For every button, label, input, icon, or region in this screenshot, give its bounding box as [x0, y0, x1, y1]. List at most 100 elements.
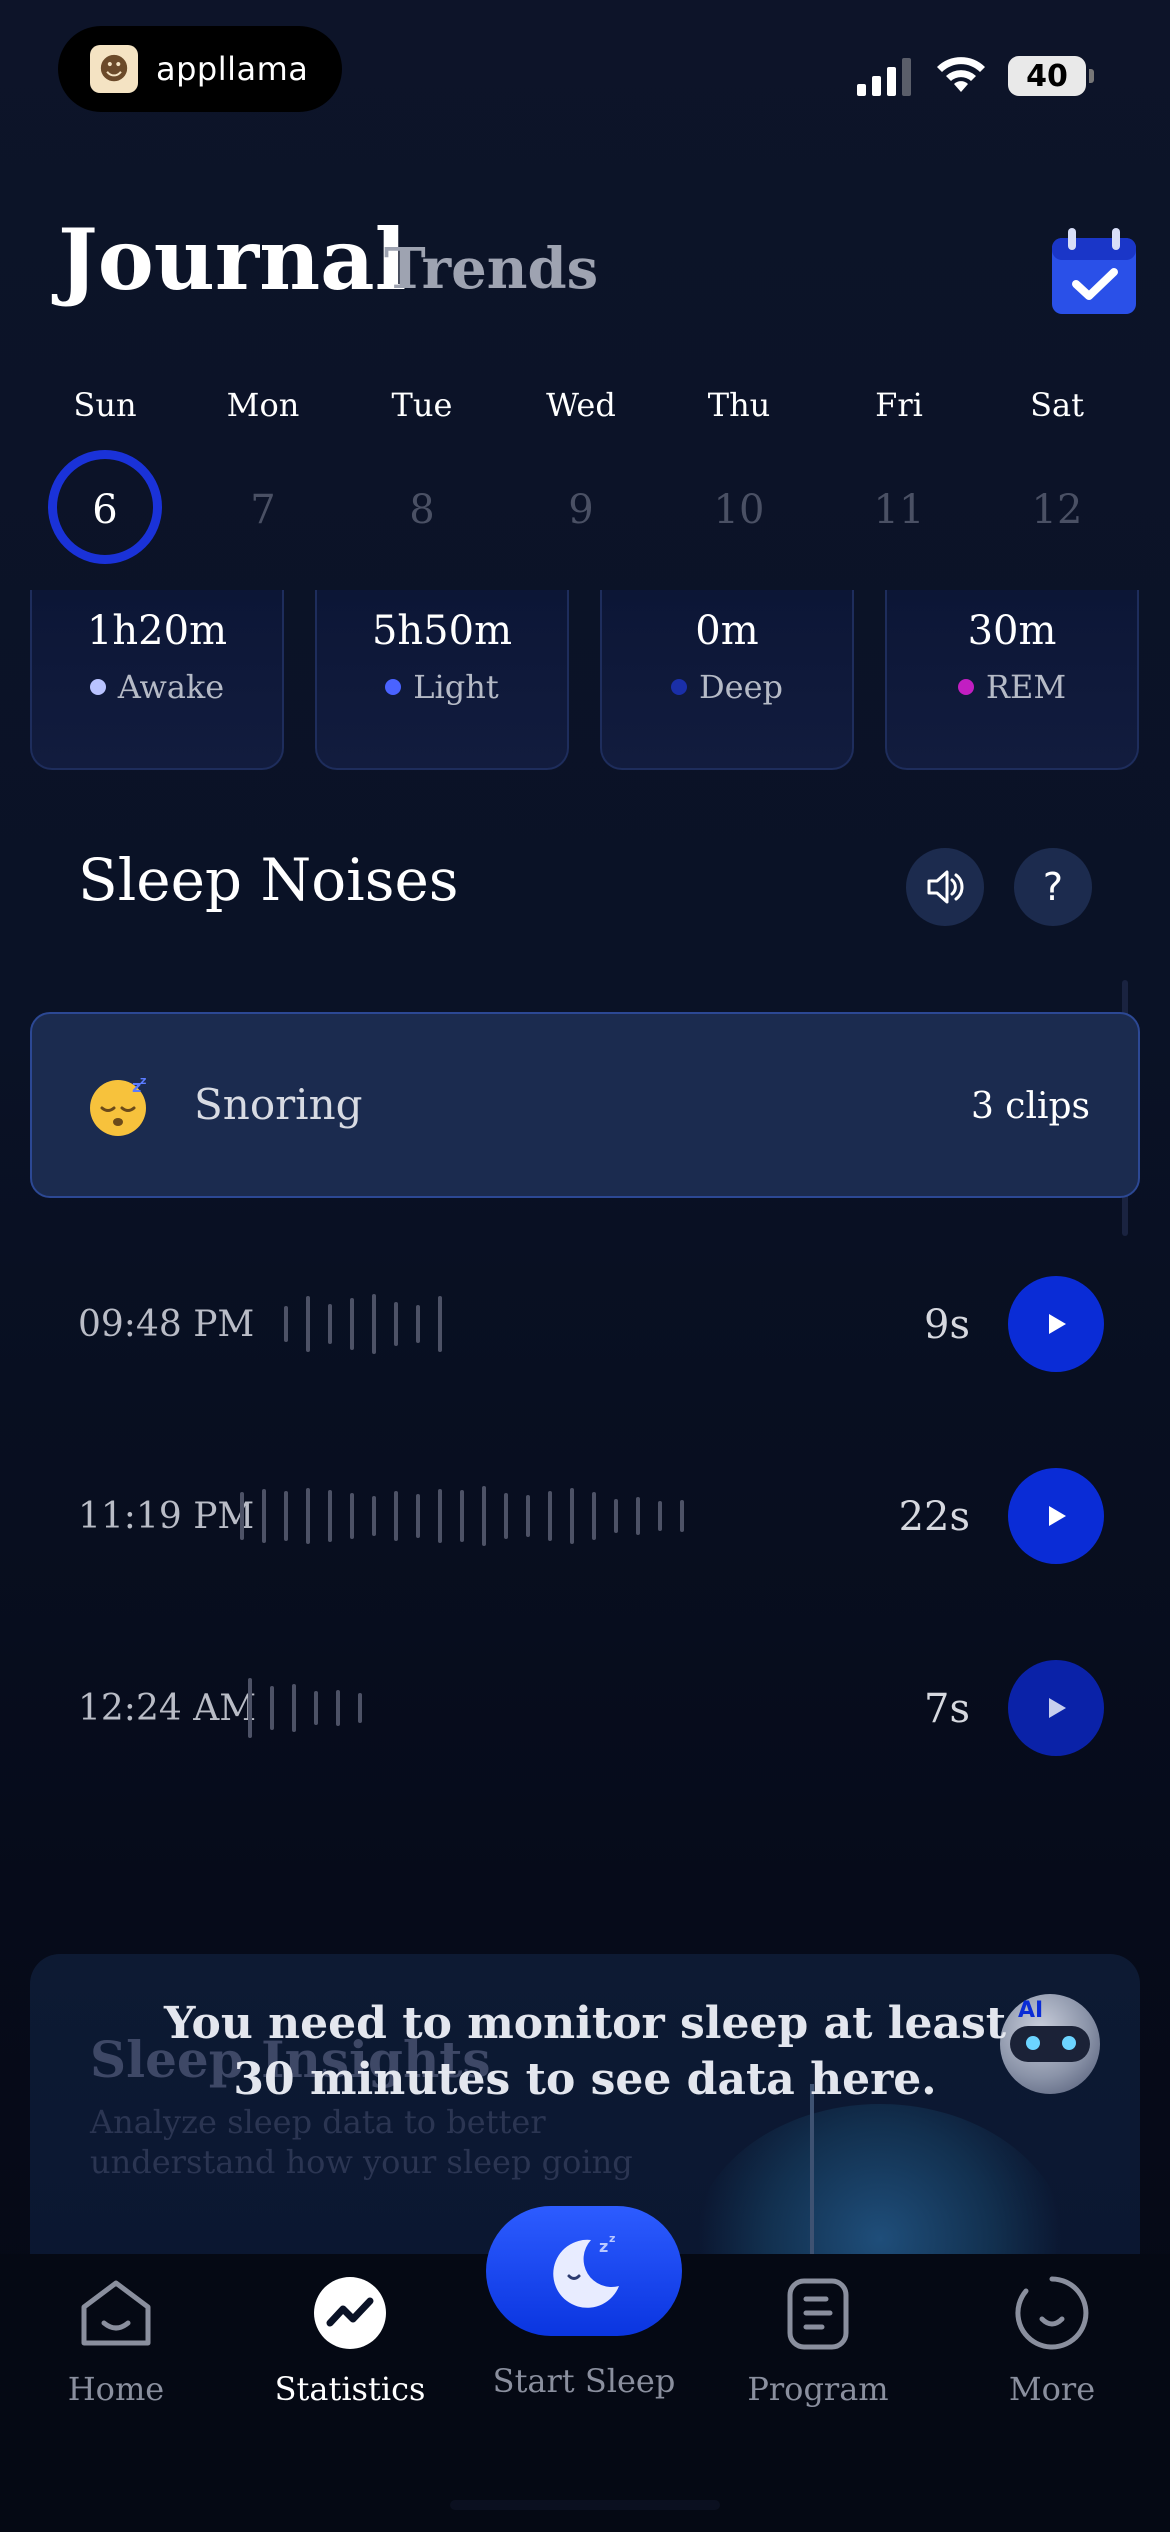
stage-card-deep: 0m Deep [600, 590, 854, 770]
clip-row: 11:19 PM 22s [0, 1460, 1170, 1570]
clip-time: 09:48 PM [78, 1304, 255, 1345]
day-name: Thu [707, 386, 771, 424]
stage-color-dot [670, 679, 687, 695]
tab-home[interactable]: Home [16, 2270, 216, 2408]
clip-row: 09:48 PM 9s [0, 1268, 1170, 1378]
question-mark-icon: ? [1042, 865, 1064, 909]
sleep-stage-cards: 1h20m Awake 5h50m Light 0m Deep 30m REM [0, 590, 1170, 770]
home-icon [81, 2280, 151, 2346]
tab-label: Program [747, 2370, 889, 2408]
clip-count: 3 clips [970, 1086, 1090, 1127]
day-date: 12 [1031, 487, 1083, 533]
stage-card-light: 5h50m Light [315, 590, 569, 770]
stage-card-awake: 1h20m Awake [30, 590, 284, 770]
wifi-icon [937, 57, 985, 92]
play-button[interactable] [1008, 1276, 1104, 1372]
day-date: 8 [409, 487, 435, 533]
robot-eye [1062, 2036, 1076, 2050]
battery-tip [1089, 69, 1094, 83]
clip-time: 11:19 PM [78, 1496, 255, 1537]
brand-name: appllama [156, 50, 309, 88]
clip-time: 12:24 AM [78, 1688, 257, 1729]
stage-value: 1h20m [86, 608, 228, 654]
stage-value: 0m [695, 608, 759, 654]
day-mon[interactable]: Mon 7 [203, 380, 323, 540]
day-sat[interactable]: Sat 12 [997, 380, 1117, 540]
calendar-check-icon[interactable] [1044, 222, 1144, 322]
stage-card-rem: 30m REM [885, 590, 1139, 770]
day-name: Sun [73, 386, 137, 424]
category-label: Snoring [194, 1080, 363, 1129]
divider-line [810, 2084, 814, 2254]
clip-duration: 9s [924, 1302, 970, 1348]
day-tue[interactable]: Tue 8 [362, 380, 482, 540]
play-icon [1049, 1314, 1066, 1334]
sound-toggle-button[interactable] [906, 848, 984, 926]
day-date: 11 [873, 487, 925, 533]
day-date: 7 [250, 487, 276, 533]
week-strip: Sun 6 Mon 7 Tue 8 Wed 9 Thu 10 Fri 11 Sa… [0, 380, 1170, 580]
tab-label: Home [67, 2370, 165, 2408]
stage-value: 5h50m [371, 608, 513, 654]
play-icon [1049, 1698, 1066, 1718]
clip-duration: 22s [898, 1494, 970, 1540]
day-name: Fri [875, 386, 923, 424]
day-name: Tue [391, 386, 453, 424]
tab-more[interactable]: More [952, 2270, 1152, 2408]
tab-journal[interactable]: Journal [58, 210, 407, 309]
moon-icon: z z [553, 2232, 619, 2308]
battery-indicator: 40 [1008, 56, 1086, 96]
statistics-trend-icon [314, 2277, 386, 2349]
help-button[interactable]: ? [1014, 848, 1092, 926]
waveform [284, 1292, 460, 1356]
home-indicator [450, 2500, 720, 2510]
svg-text:z: z [599, 2237, 608, 2256]
section-title-sleep-noises: Sleep Noises [78, 846, 459, 914]
stage-label-row: REM [887, 668, 1137, 706]
tab-label: More [1008, 2370, 1096, 2408]
more-smile-icon [1015, 2276, 1089, 2350]
tab-label: Statistics [274, 2370, 426, 2408]
day-name: Wed [546, 386, 616, 424]
sleeping-face-icon: z z [90, 1074, 146, 1136]
play-button[interactable] [1008, 1660, 1104, 1756]
play-icon [1049, 1506, 1066, 1526]
clip-duration: 7s [924, 1686, 970, 1732]
waveform [240, 1484, 702, 1548]
stage-color-dot [957, 679, 974, 695]
tab-program[interactable]: Program [718, 2270, 918, 2408]
start-sleep-button[interactable]: z z [486, 2206, 682, 2336]
day-name: Sat [1030, 386, 1084, 424]
stage-label-row: Awake [32, 668, 282, 706]
stage-label: Light [413, 668, 499, 706]
empty-data-message: You need to monitor sleep at least 30 mi… [163, 1998, 1007, 2105]
day-name: Mon [226, 386, 300, 424]
llama-logo-icon: ☻ [90, 45, 138, 93]
waveform [248, 1676, 380, 1740]
brand-pill: ☻ appllama [58, 26, 342, 112]
stage-value: 30m [967, 608, 1057, 654]
stage-color-dot [385, 679, 402, 695]
day-date: 9 [568, 487, 594, 533]
tab-trends[interactable]: Trends [384, 236, 598, 302]
day-wed[interactable]: Wed 9 [521, 380, 641, 540]
stage-color-dot [89, 679, 106, 695]
status-bar: ☻ appllama 40 [0, 0, 1170, 140]
stage-label-row: Light [317, 668, 567, 706]
day-fri[interactable]: Fri 11 [839, 380, 959, 540]
svg-text:z: z [609, 2232, 615, 2245]
stage-label: Deep [698, 668, 783, 706]
start-sleep-label: Start Sleep [492, 2362, 676, 2400]
play-button[interactable] [1008, 1468, 1104, 1564]
clip-row: 12:24 AM 7s [0, 1652, 1170, 1762]
noise-category-card[interactable]: z z Snoring 3 clips [30, 1012, 1140, 1198]
brain-illustration [690, 2104, 1070, 2254]
header: Journal Trends [58, 210, 1136, 320]
day-thu[interactable]: Thu 10 [679, 380, 799, 540]
cellular-signal-icon [857, 58, 911, 96]
svg-text:z: z [140, 1074, 146, 1087]
tab-statistics[interactable]: Statistics [250, 2270, 450, 2408]
stage-label-row: Deep [602, 668, 852, 706]
day-date: 10 [713, 487, 765, 533]
stage-label: REM [985, 668, 1067, 706]
